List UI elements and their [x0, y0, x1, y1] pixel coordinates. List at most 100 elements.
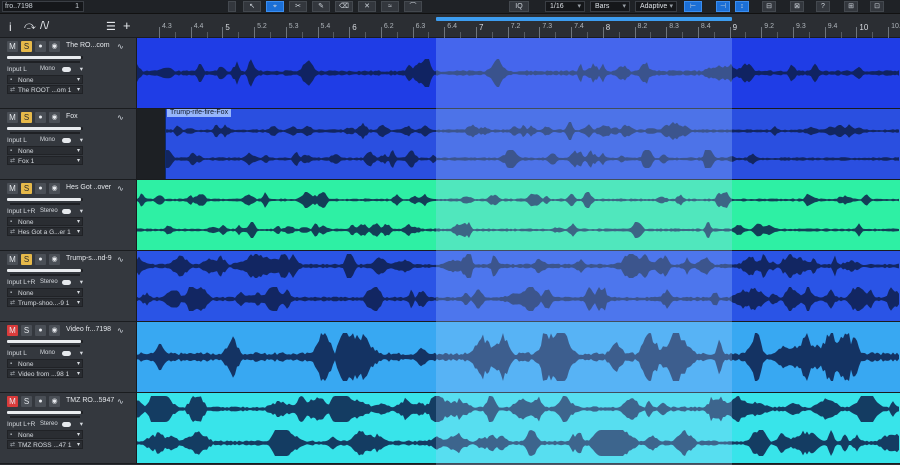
range-tool-button[interactable]: ⌖: [266, 1, 284, 12]
record-arm-button[interactable]: ●: [35, 112, 46, 123]
view-button[interactable]: ⊟: [762, 1, 776, 12]
add-track-icon[interactable]: +: [123, 18, 131, 33]
audio-clip[interactable]: [137, 109, 900, 179]
input-selector[interactable]: Input L+R Stereo ▾: [7, 207, 83, 216]
track-name[interactable]: The RO...com: [66, 42, 116, 49]
track-lane[interactable]: [137, 251, 900, 321]
mute-button[interactable]: M: [7, 254, 18, 265]
track-name[interactable]: Fox: [66, 113, 116, 120]
mute-button[interactable]: M: [7, 396, 18, 407]
track-header[interactable]: M S ● ◉ Hes Got ..over ∿ Input L+R Stereo ▾ ▪ None…: [0, 180, 137, 250]
track-list-icon[interactable]: ☰: [106, 20, 116, 33]
track-name[interactable]: Hes Got ..over: [66, 184, 116, 191]
pan-slider[interactable]: [10, 345, 80, 347]
track-lane[interactable]: [137, 322, 900, 392]
record-arm-button[interactable]: ●: [35, 396, 46, 407]
timeline-ruler[interactable]: 4.3 4.4 5 5.2 5.3 5.4 6 6.2 6.3 6.4 7 7.2 7.3 7.4 8 8.2…: [137, 14, 900, 38]
record-arm-button[interactable]: ●: [35, 183, 46, 194]
pan-slider[interactable]: [10, 274, 80, 276]
track-lane[interactable]: [137, 393, 900, 463]
track-header[interactable]: M S ● ◉ TMZ RO...5947 ∿ Input L+R Stereo ▾ ▪ None ▾…: [0, 393, 137, 463]
volume-fader[interactable]: [7, 198, 83, 201]
track-row[interactable]: M S ● ◉ Fox ∿ Input L Mono ▾ ▪ None ▾ ⇄ Fox 1 ▾ Trump-r…: [0, 109, 900, 180]
input-selector[interactable]: Input L Mono ▾: [7, 65, 83, 74]
output-selector[interactable]: ▪ None ▾: [7, 146, 83, 155]
track-header[interactable]: M S ● ◉ Fox ∿ Input L Mono ▾ ▪ None ▾ ⇄ Fox 1 ▾: [0, 109, 137, 179]
timebase-select[interactable]: Bars: [590, 1, 630, 12]
input-selector[interactable]: Input L Mono ▾: [7, 136, 83, 145]
track-header[interactable]: M S ● ◉ The RO...com ∿ Input L Mono ▾ ▪ None ▾ ⇄ The …: [0, 38, 137, 108]
mute-button[interactable]: M: [7, 112, 18, 123]
automation-mode-icon[interactable]: /\/: [40, 20, 49, 32]
channel-selector[interactable]: ⇄ Hes Got a G...er 1 ▾: [7, 227, 83, 236]
volume-fader[interactable]: [7, 269, 83, 272]
output-selector[interactable]: ▪ None ▾: [7, 288, 83, 297]
track-row[interactable]: M S ● ◉ The RO...com ∿ Input L Mono ▾ ▪ None ▾ ⇄ The …: [0, 38, 900, 109]
track-name[interactable]: Video fr...7198: [66, 326, 116, 333]
browse-button[interactable]: ⊞: [844, 1, 858, 12]
track-row[interactable]: M S ● ◉ TMZ RO...5947 ∿ Input L+R Stereo ▾ ▪ None ▾…: [0, 393, 900, 464]
track-row[interactable]: M S ● ◉ Video fr...7198 ∿ Input L Mono ▾ ▪ None ▾ ⇄ V…: [0, 322, 900, 393]
pan-slider[interactable]: [10, 132, 80, 134]
input-toggle[interactable]: [62, 209, 71, 214]
output-selector[interactable]: ▪ None ▾: [7, 430, 83, 439]
input-toggle[interactable]: [62, 67, 71, 72]
mute-tool-button[interactable]: ✕: [358, 1, 376, 12]
listen-tool-button[interactable]: ⌒: [404, 1, 422, 12]
clip-start-edge[interactable]: [165, 109, 166, 179]
audio-clip[interactable]: [137, 180, 900, 250]
volume-fader[interactable]: [7, 56, 83, 59]
audio-clip[interactable]: [137, 38, 900, 108]
record-arm-button[interactable]: ●: [35, 41, 46, 52]
output-selector[interactable]: ▪ None ▾: [7, 217, 83, 226]
mix-button[interactable]: ⊠: [790, 1, 804, 12]
clip-name[interactable]: Trump-rife-fire-Fox: [167, 109, 232, 117]
help-button[interactable]: ?: [816, 1, 830, 12]
solo-button[interactable]: S: [21, 396, 32, 407]
inspector-button[interactable]: ⊡: [870, 1, 884, 12]
channel-selector[interactable]: ⇄ TMZ ROSS ...47 1 ▾: [7, 440, 83, 449]
track-row[interactable]: M S ● ◉ Hes Got ..over ∿ Input L+R Stereo ▾ ▪ None…: [0, 180, 900, 251]
audio-clip[interactable]: [137, 393, 900, 463]
channel-selector[interactable]: ⇄ Trump-shoo...-9 1 ▾: [7, 298, 83, 307]
quantize-select[interactable]: 1/16: [545, 1, 585, 12]
solo-button[interactable]: S: [21, 41, 32, 52]
solo-button[interactable]: S: [21, 183, 32, 194]
track-name[interactable]: TMZ RO...5947: [66, 397, 116, 404]
track-row[interactable]: M S ● ◉ Trump-s...nd-9 ∿ Input L+R Stereo ▾ ▪ None…: [0, 251, 900, 322]
input-toggle[interactable]: [62, 280, 71, 285]
record-arm-button[interactable]: ●: [35, 254, 46, 265]
erase-tool-button[interactable]: ⌫: [335, 1, 353, 12]
bend-tool-button[interactable]: ≈: [381, 1, 399, 12]
snap-toggle-button[interactable]: ⊢: [684, 1, 702, 12]
monitor-button[interactable]: ◉: [49, 396, 60, 407]
track-name[interactable]: Trump-s...nd-9: [66, 255, 116, 262]
monitor-button[interactable]: ◉: [49, 41, 60, 52]
audio-clip[interactable]: [137, 251, 900, 321]
song-selector[interactable]: fro..7198 1: [2, 1, 84, 12]
monitor-button[interactable]: ◉: [49, 325, 60, 336]
follow-button[interactable]: ↕: [735, 1, 749, 12]
info-icon[interactable]: i: [9, 20, 12, 34]
channel-selector[interactable]: ⇄ Video from ...98 1 ▾: [7, 369, 83, 378]
pan-slider[interactable]: [10, 416, 80, 418]
track-lane[interactable]: [137, 180, 900, 250]
input-toggle[interactable]: [62, 422, 71, 427]
draw-tool-button[interactable]: ✎: [312, 1, 330, 12]
quantize-button[interactable]: IQ: [509, 1, 529, 12]
automation-tool-icon[interactable]: ⤼: [24, 20, 36, 33]
monitor-button[interactable]: ◉: [49, 254, 60, 265]
track-lane[interactable]: Trump-rife-fire-Fox: [137, 109, 900, 179]
volume-fader[interactable]: [7, 411, 83, 414]
arrow-tool-button[interactable]: ↖: [243, 1, 261, 12]
record-arm-button[interactable]: ●: [35, 325, 46, 336]
audio-clip[interactable]: [137, 322, 900, 392]
snap-select[interactable]: Adaptive: [635, 1, 677, 12]
monitor-button[interactable]: ◉: [49, 112, 60, 123]
input-toggle[interactable]: [62, 351, 71, 356]
output-selector[interactable]: ▪ None ▾: [7, 75, 83, 84]
mute-button[interactable]: M: [7, 41, 18, 52]
monitor-button[interactable]: ◉: [49, 183, 60, 194]
autoscroll-button[interactable]: ⊣: [716, 1, 730, 12]
solo-button[interactable]: S: [21, 112, 32, 123]
